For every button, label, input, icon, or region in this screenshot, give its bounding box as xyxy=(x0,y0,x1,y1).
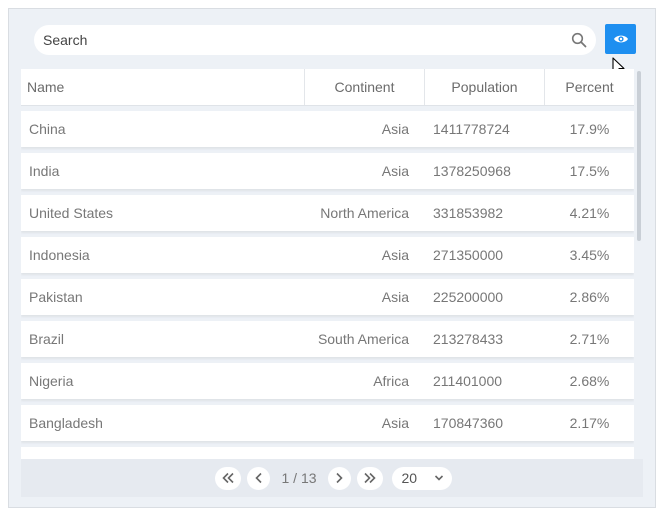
cell-continent: North America xyxy=(320,205,409,221)
eye-icon xyxy=(613,35,628,43)
first-page-button[interactable] xyxy=(215,466,242,490)
cell-continent: Asia xyxy=(381,163,409,179)
last-page-button[interactable] xyxy=(356,466,383,490)
cell-percent: 4.21% xyxy=(569,205,610,221)
double-chevron-right-icon xyxy=(363,472,376,484)
cell-name: Pakistan xyxy=(29,289,83,305)
data-table: Name Continent Population Percent China … xyxy=(21,69,634,459)
cell-name: India xyxy=(29,163,60,179)
next-page-button[interactable] xyxy=(327,466,351,490)
cell-continent: Asia xyxy=(381,121,409,137)
double-chevron-left-icon xyxy=(222,472,235,484)
page-size-select[interactable]: 20 xyxy=(391,466,452,490)
cell-percent: 2.86% xyxy=(569,289,610,305)
cell-population: 170847360 xyxy=(433,415,504,431)
search-input[interactable] xyxy=(34,25,596,55)
cell-percent: 3.45% xyxy=(569,247,610,263)
table-row[interactable] xyxy=(21,447,634,459)
page-size-value: 20 xyxy=(401,470,418,486)
page-indicator: 1 / 13 xyxy=(281,470,317,486)
cell-percent: 17.5% xyxy=(569,163,610,179)
vertical-scrollbar[interactable] xyxy=(637,71,641,241)
column-header-population[interactable]: Population xyxy=(425,69,545,105)
table-row[interactable]: Pakistan Asia 225200000 2.86% xyxy=(21,279,634,315)
table-row[interactable]: India Asia 1378250968 17.5% xyxy=(21,153,634,189)
cell-percent: 2.71% xyxy=(569,331,610,347)
cell-name: Nigeria xyxy=(29,373,74,389)
cell-population: 225200000 xyxy=(433,289,504,305)
cell-population: 1411778724 xyxy=(433,121,510,137)
cell-percent: 2.17% xyxy=(569,415,610,431)
column-visibility-button[interactable] xyxy=(605,24,636,54)
table-row[interactable]: United States North America 331853982 4.… xyxy=(21,195,634,231)
cell-population: 211401000 xyxy=(433,373,503,389)
chevron-down-icon xyxy=(434,475,443,481)
cell-name: Bangladesh xyxy=(29,415,103,431)
cell-name: Indonesia xyxy=(29,247,90,263)
chevron-left-icon xyxy=(255,472,262,484)
cell-continent: South America xyxy=(317,331,409,347)
cell-population: 271350000 xyxy=(433,247,504,263)
search-icon[interactable] xyxy=(571,32,587,48)
cell-population: 1378250968 xyxy=(433,163,511,179)
column-header-percent[interactable]: Percent xyxy=(545,69,634,105)
table-header: Name Continent Population Percent xyxy=(21,69,634,106)
table-row[interactable]: Indonesia Asia 271350000 3.45% xyxy=(21,237,634,273)
cell-population: 331853982 xyxy=(433,205,504,221)
column-header-continent[interactable]: Continent xyxy=(305,69,425,105)
table-row[interactable]: China Asia 1411778724 17.9% xyxy=(21,111,634,147)
chevron-right-icon xyxy=(336,472,343,484)
cell-population: 213278433 xyxy=(433,331,504,347)
cell-name: United States xyxy=(29,205,114,221)
column-header-name[interactable]: Name xyxy=(21,69,305,105)
table-row[interactable]: Brazil South America 213278433 2.71% xyxy=(21,321,634,357)
cell-name: Brazil xyxy=(29,331,65,347)
cell-continent: Africa xyxy=(373,373,409,389)
cell-percent: 17.9% xyxy=(569,121,610,137)
cell-continent: Asia xyxy=(381,415,409,431)
search-box[interactable] xyxy=(34,25,596,55)
pagination-bar: 1 / 13 20 xyxy=(21,459,643,497)
cell-continent: Asia xyxy=(381,289,409,305)
table-row[interactable]: Bangladesh Asia 170847360 2.17% xyxy=(21,405,634,441)
table-row[interactable]: Nigeria Africa 211401000 2.68% xyxy=(21,363,634,399)
cell-name: China xyxy=(29,121,66,137)
cell-percent: 2.68% xyxy=(569,373,610,389)
grid-panel: Name Continent Population Percent China … xyxy=(8,8,656,508)
previous-page-button[interactable] xyxy=(247,466,271,490)
cell-continent: Asia xyxy=(381,247,409,263)
